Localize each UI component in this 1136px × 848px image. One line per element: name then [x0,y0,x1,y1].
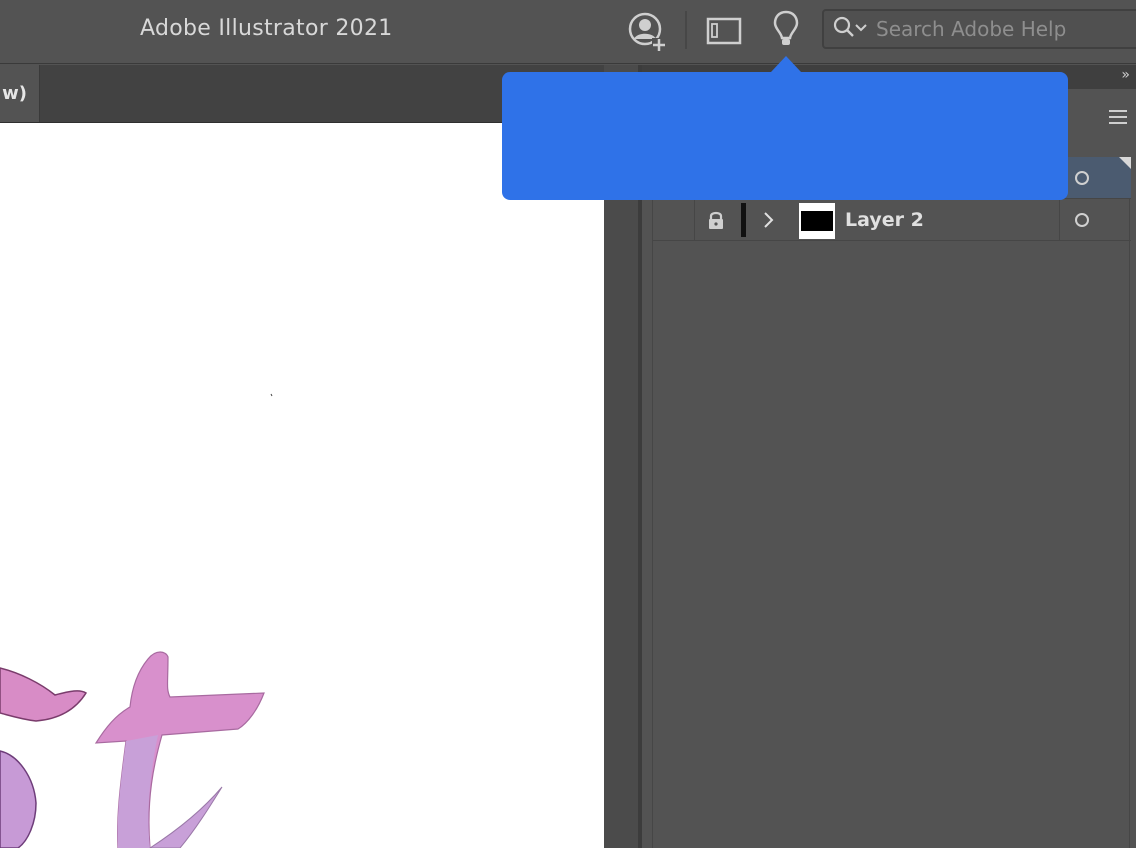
target-circle-icon[interactable] [1075,171,1089,185]
document-tab[interactable]: w) [0,65,40,122]
layer-color-strip [741,203,746,237]
collapse-panel-icon[interactable]: » [1121,67,1130,83]
artboard-canvas[interactable] [0,123,604,848]
chevron-right-icon[interactable] [761,211,775,233]
lightbulb-icon[interactable] [772,10,800,52]
layer-row[interactable]: Layer 2 [653,199,1131,241]
lock-icon[interactable] [707,210,725,234]
watercolor-lettering-artwork [0,393,273,848]
title-bar: Adobe Illustrator 2021 [0,0,1136,64]
visibility-toggle[interactable] [653,199,695,241]
search-icon[interactable] [832,15,870,45]
popup-pointer [771,56,801,72]
search-input[interactable] [876,17,1136,41]
workspace-panel-icon[interactable] [706,16,742,50]
toolbar-divider [685,11,687,49]
user-add-icon[interactable] [628,12,668,56]
discover-popup[interactable] [502,72,1068,200]
illustrator-window: Adobe Illustrator 2021 Search Adobe Help… [0,0,1136,848]
target-circle-icon[interactable] [1075,213,1089,227]
panel-menu-icon[interactable] [1108,109,1128,129]
target-cell[interactable] [1059,157,1131,199]
layers-list: Layer 2 [652,157,1131,848]
layer-thumbnail [799,203,835,239]
app-title: Adobe Illustrator 2021 [140,16,393,41]
layer-name[interactable]: Layer 2 [845,209,924,231]
target-cell[interactable] [1059,199,1131,241]
selection-corner-indicator [1119,157,1131,169]
search-box[interactable] [822,9,1136,49]
